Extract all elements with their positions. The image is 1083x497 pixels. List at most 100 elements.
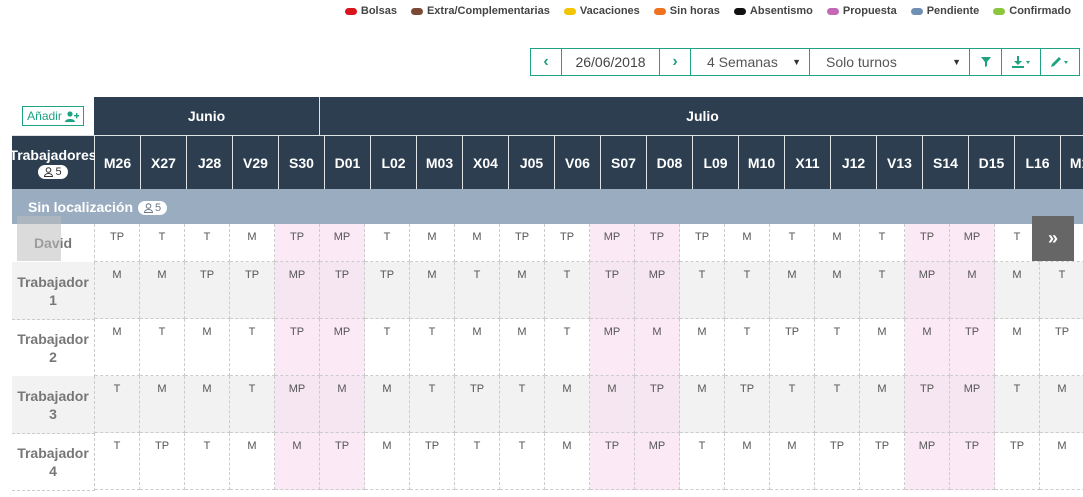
day-header[interactable]: J12: [831, 135, 877, 189]
shift-cell[interactable]: TP: [140, 433, 185, 490]
range-select[interactable]: 4 Semanas ▼: [690, 48, 810, 76]
day-header[interactable]: D15: [969, 135, 1015, 189]
shift-cell[interactable]: M: [230, 433, 275, 490]
shift-cell[interactable]: MP: [905, 433, 950, 490]
shift-cell[interactable]: M: [770, 262, 815, 319]
shift-cell[interactable]: T: [680, 433, 725, 490]
shift-cell[interactable]: M: [950, 262, 995, 319]
shift-cell[interactable]: M: [860, 376, 905, 433]
shift-cell[interactable]: M: [995, 262, 1040, 319]
worker-name[interactable]: Trabajador 4: [12, 433, 95, 491]
shift-cell[interactable]: TP: [905, 376, 950, 433]
shift-cell[interactable]: M: [140, 376, 185, 433]
scroll-right-button[interactable]: »: [1032, 216, 1074, 261]
shift-cell[interactable]: TP: [185, 262, 230, 319]
shift-cell[interactable]: MP: [635, 433, 680, 490]
day-header[interactable]: M26: [95, 135, 141, 189]
day-header[interactable]: X27: [141, 135, 187, 189]
shift-cell[interactable]: M: [680, 319, 725, 376]
day-header[interactable]: D08: [647, 135, 693, 189]
shift-cell[interactable]: TP: [410, 433, 455, 490]
shift-cell[interactable]: T: [230, 319, 275, 376]
export-button[interactable]: [1001, 48, 1041, 76]
filter-button[interactable]: [969, 48, 1002, 76]
shift-cell[interactable]: T: [860, 262, 905, 319]
day-header[interactable]: M03: [417, 135, 463, 189]
day-header[interactable]: J05: [509, 135, 555, 189]
shift-cell[interactable]: T: [185, 224, 230, 262]
shift-cell[interactable]: M: [500, 262, 545, 319]
shift-cell[interactable]: TP: [320, 433, 365, 490]
shift-cell[interactable]: T: [995, 376, 1040, 433]
shift-cell[interactable]: MP: [950, 376, 995, 433]
shift-cell[interactable]: MP: [320, 319, 365, 376]
worker-name[interactable]: Trabajador 1: [12, 262, 95, 320]
shift-cell[interactable]: M: [725, 224, 770, 262]
day-header[interactable]: L02: [371, 135, 417, 189]
shift-cell[interactable]: TP: [995, 433, 1040, 490]
day-header[interactable]: V13: [877, 135, 923, 189]
shift-cell[interactable]: TP: [95, 224, 140, 262]
day-header[interactable]: V29: [233, 135, 279, 189]
shift-cell[interactable]: M: [230, 224, 275, 262]
shift-cell[interactable]: TP: [500, 224, 545, 262]
shift-cell[interactable]: T: [365, 224, 410, 262]
shift-cell[interactable]: T: [545, 319, 590, 376]
day-header[interactable]: V06: [555, 135, 601, 189]
shift-cell[interactable]: M: [185, 319, 230, 376]
shift-cell[interactable]: T: [95, 376, 140, 433]
day-header[interactable]: S30: [279, 135, 325, 189]
shift-cell[interactable]: T: [815, 319, 860, 376]
shift-cell[interactable]: MP: [320, 224, 365, 262]
shift-cell[interactable]: M: [905, 319, 950, 376]
shift-cell[interactable]: M: [365, 376, 410, 433]
shift-cell[interactable]: TP: [950, 319, 995, 376]
shift-cell[interactable]: TP: [320, 262, 365, 319]
shift-cell[interactable]: M: [455, 319, 500, 376]
day-header[interactable]: D01: [325, 135, 371, 189]
shift-cell[interactable]: M: [185, 376, 230, 433]
day-header[interactable]: L09: [693, 135, 739, 189]
shift-cell[interactable]: T: [725, 319, 770, 376]
shift-cell[interactable]: M: [410, 262, 455, 319]
shift-cell[interactable]: TP: [455, 376, 500, 433]
shift-cell[interactable]: T: [365, 319, 410, 376]
shift-cell[interactable]: MP: [635, 262, 680, 319]
view-select[interactable]: Solo turnos ▼: [809, 48, 970, 76]
day-header[interactable]: J28: [187, 135, 233, 189]
shift-cell[interactable]: M: [455, 224, 500, 262]
shift-cell[interactable]: M: [590, 376, 635, 433]
shift-cell[interactable]: TP: [1040, 319, 1083, 376]
day-header[interactable]: S14: [923, 135, 969, 189]
shift-cell[interactable]: TP: [275, 224, 320, 262]
shift-cell[interactable]: M: [860, 319, 905, 376]
shift-cell[interactable]: M: [635, 319, 680, 376]
day-header[interactable]: X11: [785, 135, 831, 189]
shift-cell[interactable]: M: [725, 433, 770, 490]
day-header[interactable]: M10: [739, 135, 785, 189]
shift-cell[interactable]: T: [725, 262, 770, 319]
day-header[interactable]: X04: [463, 135, 509, 189]
shift-cell[interactable]: MP: [590, 224, 635, 262]
shift-cell[interactable]: TP: [950, 433, 995, 490]
shift-cell[interactable]: TP: [230, 262, 275, 319]
shift-cell[interactable]: M: [1040, 433, 1083, 490]
shift-cell[interactable]: T: [1040, 262, 1083, 319]
shift-cell[interactable]: TP: [725, 376, 770, 433]
edit-button[interactable]: [1040, 48, 1080, 76]
shift-cell[interactable]: T: [680, 262, 725, 319]
workers-header[interactable]: Trabajadores 5: [9, 135, 97, 189]
shift-cell[interactable]: TP: [545, 224, 590, 262]
shift-cell[interactable]: T: [140, 319, 185, 376]
shift-cell[interactable]: TP: [860, 433, 905, 490]
shift-cell[interactable]: MP: [275, 262, 320, 319]
shift-cell[interactable]: M: [320, 376, 365, 433]
shift-cell[interactable]: TP: [635, 224, 680, 262]
shift-cell[interactable]: T: [410, 319, 455, 376]
shift-cell[interactable]: T: [410, 376, 455, 433]
shift-cell[interactable]: TP: [275, 319, 320, 376]
shift-cell[interactable]: TP: [590, 262, 635, 319]
shift-cell[interactable]: T: [770, 224, 815, 262]
scroll-left-button[interactable]: [17, 216, 61, 261]
next-period-button[interactable]: ›: [659, 48, 691, 76]
